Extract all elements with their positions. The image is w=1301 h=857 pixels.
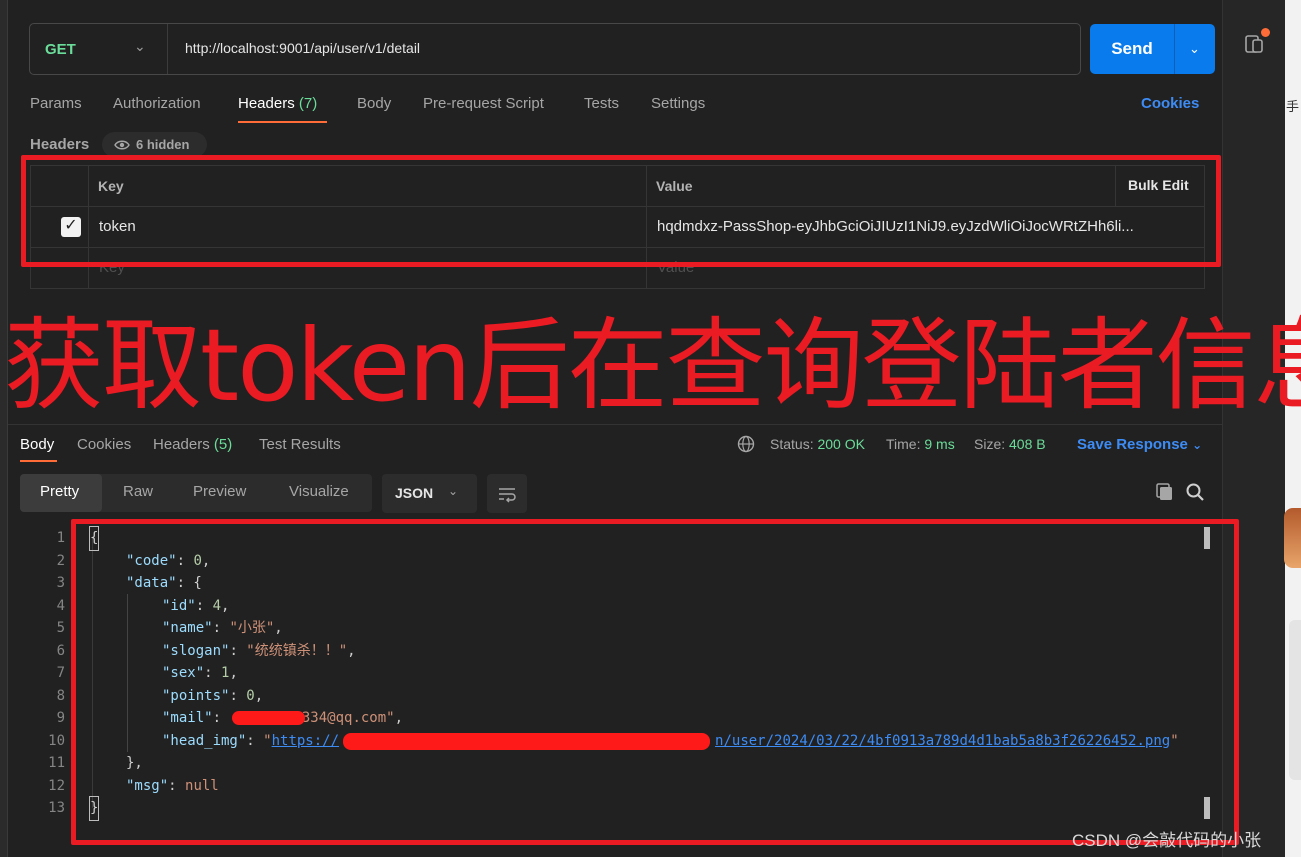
tab-authorization[interactable]: Authorization — [113, 95, 201, 112]
active-tab-underline — [20, 460, 57, 462]
line-number: 3 — [56, 575, 65, 591]
annotation-highlight-box — [21, 155, 1221, 267]
line-number: 6 — [56, 642, 65, 659]
tab-body[interactable]: Body — [357, 95, 391, 112]
view-mode-selector: Pretty Raw Preview Visualize — [20, 474, 372, 512]
globe-icon[interactable] — [737, 435, 755, 453]
annotation-highlight-box — [71, 519, 1239, 845]
tab-headers-count: (7) — [298, 95, 318, 112]
search-icon[interactable] — [1185, 482, 1205, 502]
response-tab-body[interactable]: Body — [20, 436, 54, 453]
annotation-text: 获取token后在查询登陆者信息 — [4, 307, 1301, 424]
response-tab-cookies[interactable]: Cookies — [77, 436, 131, 453]
window-left-edge — [0, 0, 8, 857]
chevron-down-icon: ⌄ — [1192, 438, 1203, 452]
size-label: Size: — [974, 436, 1006, 452]
watermark: CSDN @会敲代码的小张 — [1072, 831, 1262, 850]
hidden-headers-label: 6 hidden — [136, 137, 190, 152]
notification-dot — [1261, 28, 1270, 37]
send-button[interactable]: Send — [1090, 24, 1174, 74]
chevron-down-icon[interactable]: ⌄ — [134, 38, 146, 55]
response-tab-headers-count: (5) — [213, 436, 233, 453]
view-preview[interactable]: Preview — [193, 483, 246, 500]
cookies-link[interactable]: Cookies — [1141, 95, 1199, 112]
chevron-down-icon: ⌄ — [448, 484, 459, 498]
line-number: 4 — [56, 597, 65, 614]
time-label: Time: — [886, 436, 921, 452]
response-tab-test-results[interactable]: Test Results — [259, 436, 341, 453]
headers-title: Headers — [30, 136, 90, 153]
method-select[interactable]: GET — [45, 41, 76, 58]
eye-icon — [114, 140, 130, 150]
view-pretty[interactable]: Pretty — [40, 483, 79, 500]
wrap-lines-icon — [499, 488, 516, 503]
background-window-char: 手 — [1286, 99, 1300, 114]
response-tab-headers-label: Headers — [153, 436, 210, 453]
tab-settings[interactable]: Settings — [651, 95, 705, 112]
line-number: 2 — [56, 552, 65, 569]
time-value: 9 ms — [924, 436, 955, 452]
line-number: 9 — [56, 710, 65, 726]
floating-widget — [1289, 620, 1301, 780]
save-response-label: Save Response — [1077, 436, 1188, 453]
save-response-button[interactable]: Save Response ⌄ — [1077, 436, 1202, 453]
url-input[interactable]: http://localhost:9001/api/user/v1/detail — [185, 40, 420, 56]
line-number: 8 — [56, 687, 65, 704]
size-readout: Size: 408 B — [974, 436, 1046, 452]
line-number: 12 — [48, 777, 65, 794]
active-tab-underline — [238, 121, 327, 123]
size-value: 408 B — [1009, 436, 1046, 452]
line-number: 5 — [56, 620, 65, 636]
format-select[interactable]: JSON ⌄ — [382, 474, 477, 513]
floating-avatar — [1284, 508, 1301, 568]
format-select-value: JSON — [395, 485, 434, 501]
hidden-headers-toggle[interactable]: 6 hidden — [102, 132, 207, 157]
line-number: 7 — [56, 665, 65, 681]
copy-icon[interactable] — [1155, 482, 1175, 502]
view-raw[interactable]: Raw — [123, 483, 153, 500]
tab-tests[interactable]: Tests — [584, 95, 619, 112]
line-number: 11 — [48, 755, 65, 771]
status-label: Status: — [770, 436, 814, 452]
send-options-chevron-icon[interactable]: ⌄ — [1174, 24, 1215, 74]
url-bar: GET ⌄ http://localhost:9001/api/user/v1/… — [29, 23, 1081, 75]
wrap-lines-button[interactable] — [487, 474, 527, 513]
line-number: 1 — [56, 530, 65, 546]
status-value: 200 OK — [817, 436, 865, 452]
tab-headers[interactable]: Headers (7) — [238, 95, 317, 112]
time-readout: Time: 9 ms — [886, 436, 955, 452]
status-readout: Status: 200 OK — [770, 436, 865, 452]
view-visualize[interactable]: Visualize — [289, 483, 349, 500]
tab-params[interactable]: Params — [30, 95, 82, 112]
send-button-group: Send ⌄ — [1090, 24, 1215, 74]
tab-headers-label: Headers — [238, 95, 295, 112]
tab-prerequest-script[interactable]: Pre-request Script — [423, 95, 544, 112]
divider — [167, 24, 168, 74]
line-number: 10 — [48, 732, 65, 749]
response-tab-headers[interactable]: Headers (5) — [153, 436, 232, 453]
divider — [8, 424, 1222, 425]
line-number: 13 — [48, 800, 65, 816]
